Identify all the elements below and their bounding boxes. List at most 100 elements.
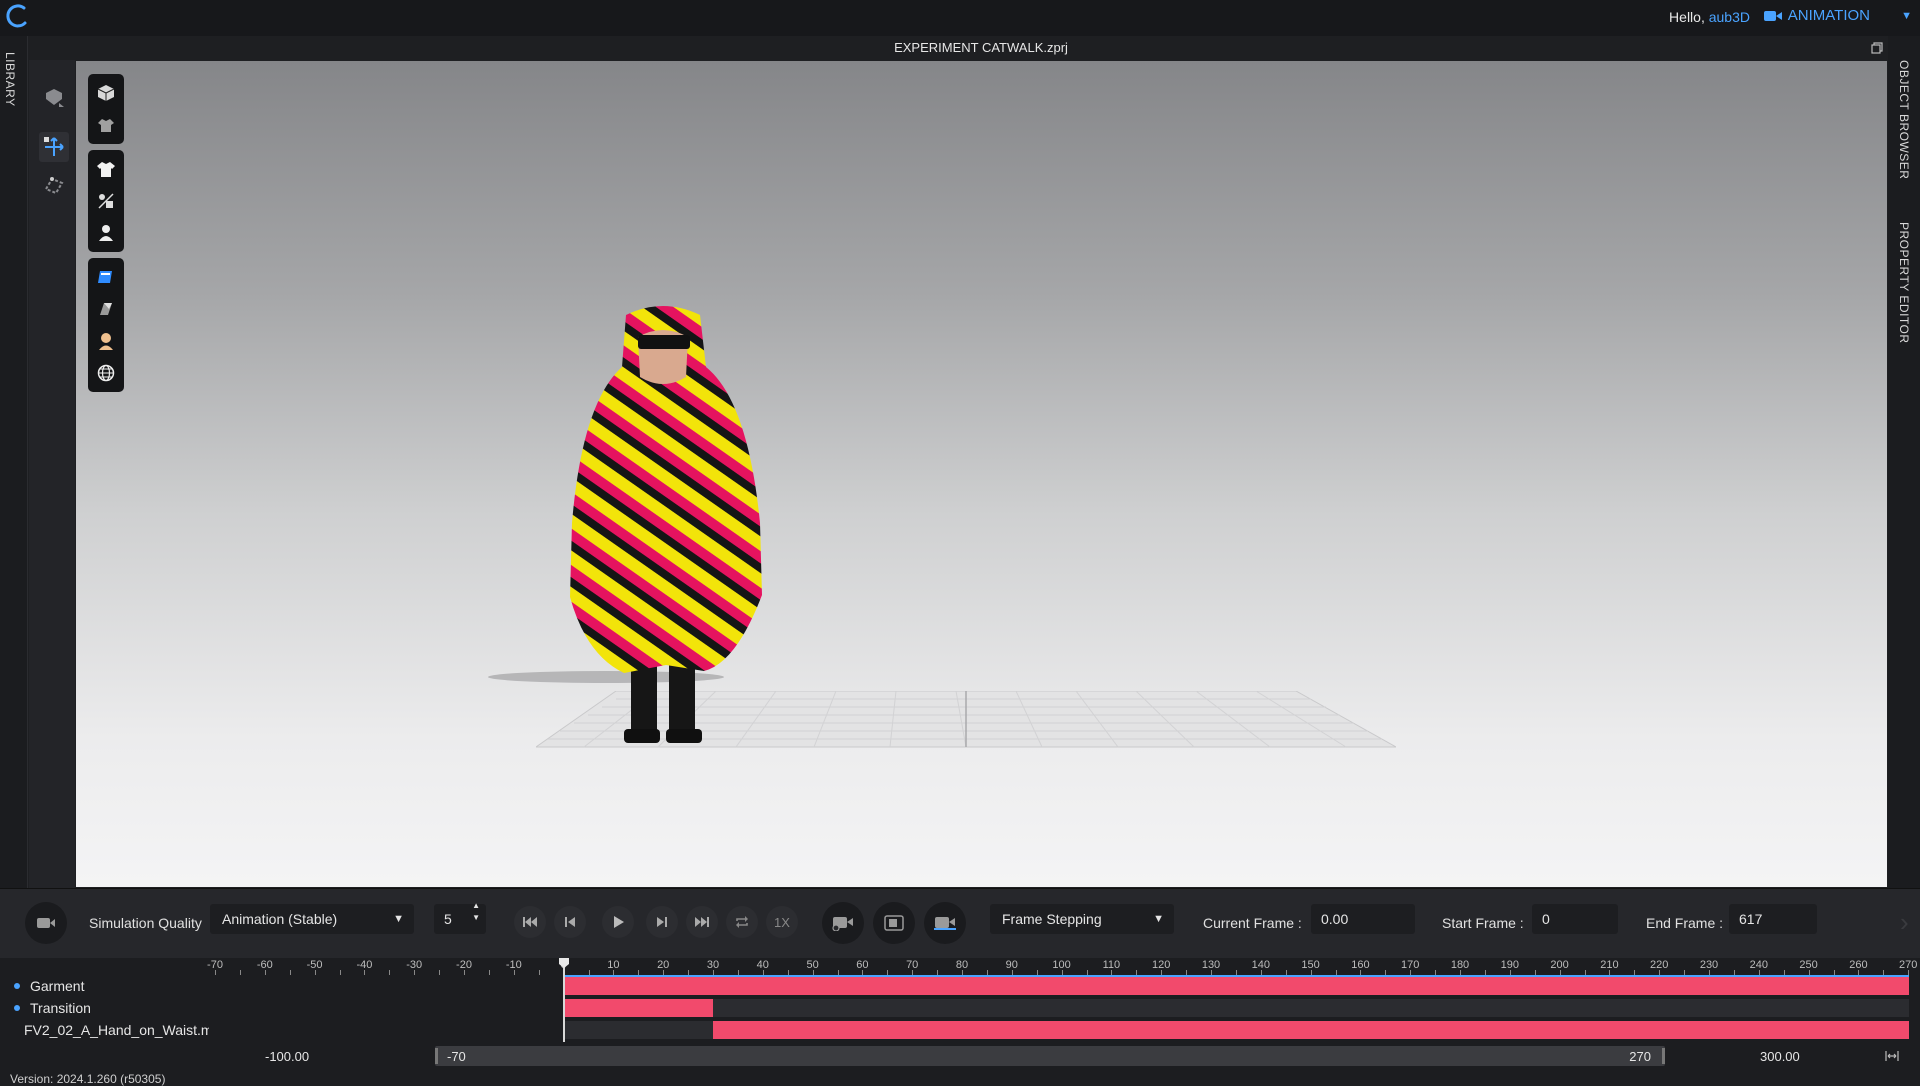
ruler-tick (339, 970, 341, 975)
play-button[interactable] (602, 906, 634, 938)
username[interactable]: aub3D (1709, 9, 1750, 25)
video-camera-icon (1763, 10, 1782, 21)
range-end: 270 (1629, 1049, 1651, 1064)
left-dock-strip (0, 36, 28, 888)
garment-view-icon[interactable] (88, 109, 124, 141)
avatar-figure[interactable] (566, 305, 766, 747)
start-frame-input[interactable]: 0 (1532, 904, 1618, 934)
loop-button[interactable] (726, 906, 758, 938)
transition-track-bar[interactable] (563, 999, 713, 1017)
range-min: -100.00 (265, 1049, 310, 1064)
ruler-tick (488, 970, 490, 975)
steps-value: 5 (444, 911, 452, 927)
range-start: -70 (447, 1049, 466, 1064)
current-frame-input[interactable]: 0.00 (1311, 904, 1415, 934)
track-name: Transition (30, 1000, 91, 1016)
motion-track-gap (563, 1021, 713, 1039)
transition-track-empty (713, 999, 1909, 1017)
shirt-icon[interactable] (88, 153, 124, 185)
chevron-down-icon: ▼ (1153, 913, 1164, 925)
ruler-tick (289, 970, 291, 975)
chevron-down-icon[interactable]: ▼ (1901, 10, 1912, 22)
greeting-text: Hello, (1669, 9, 1705, 25)
track-dot (14, 1005, 20, 1011)
playhead[interactable] (563, 958, 565, 1042)
range-left-handle[interactable] (435, 1048, 438, 1064)
track-name: FV2_02_A_Hand_on_Waist.m (24, 1022, 209, 1038)
ruler-tick (389, 970, 391, 975)
viewport-toolbar (88, 74, 124, 398)
camera-frame-button[interactable] (873, 902, 915, 944)
fit-range-icon[interactable] (1885, 1050, 1899, 1062)
camera-view-button[interactable] (924, 902, 966, 944)
timeline-panel: -70-60-50-40-30-20-100102030405060708090… (0, 958, 1920, 1080)
sim-quality-label: Simulation Quality (89, 915, 202, 931)
garment-track-bar[interactable] (563, 977, 1909, 995)
record-camera-icon[interactable] (25, 902, 67, 944)
animation-control-bar: Simulation Quality Animation (Stable) ▼ … (0, 888, 1920, 958)
camera-add-icon (832, 917, 853, 931)
ruler-tick (264, 970, 266, 975)
greeting: Hello, aub3D (1669, 9, 1750, 25)
transform-tool-icon[interactable] (39, 170, 69, 200)
expand-panel-icon[interactable]: › (1900, 907, 1909, 938)
left-toolbar (29, 60, 75, 888)
sim-quality-dropdown[interactable]: Animation (Stable) ▼ (210, 904, 414, 934)
track-name: Garment (30, 978, 85, 994)
range-bar: -100.00 -70 270 300.00 (215, 1046, 1910, 1068)
range-slider[interactable]: -70 270 (435, 1046, 1665, 1066)
ruler-tick (414, 970, 416, 975)
camera-frame-icon (884, 915, 904, 931)
track-label-transition[interactable]: Transition (14, 1000, 91, 1016)
playhead-handle-icon[interactable] (559, 958, 569, 968)
loop-icon (736, 916, 748, 928)
current-frame-label: Current Frame : (1203, 915, 1302, 931)
skin-avatar-icon[interactable] (88, 325, 124, 357)
3d-viewport[interactable] (76, 61, 1887, 887)
project-title: EXPERIMENT CATWALK.zprj (894, 40, 1068, 55)
top-bar: Hello, aub3D ANIMATION ▼ (0, 0, 1920, 36)
chevron-down-icon: ▼ (393, 913, 404, 925)
texture-icon[interactable] (88, 261, 124, 293)
track-label-motion[interactable]: FV2_02_A_Hand_on_Waist.m (14, 1022, 209, 1038)
ruler-tick (513, 970, 515, 975)
track-dot (14, 983, 20, 989)
ruler-tick (239, 970, 241, 975)
tab-object-browser[interactable]: OBJECT BROWSER (1897, 60, 1911, 179)
sewing-tools-icon[interactable] (88, 185, 124, 217)
ruler-tick (464, 970, 465, 975)
play-icon (614, 916, 624, 928)
go-to-end-button[interactable] (686, 906, 718, 938)
frame-mode-dropdown[interactable]: Frame Stepping ▼ (990, 904, 1174, 934)
motion-track-bar[interactable] (713, 1021, 1909, 1039)
right-dock-strip: OBJECT BROWSER PROPERTY EDITOR (1888, 36, 1920, 888)
skip-start-icon (523, 917, 537, 927)
steps-stepper[interactable]: 5 ▲ ▼ (434, 901, 486, 934)
track-label-garment[interactable]: Garment (14, 978, 84, 994)
next-frame-button[interactable] (646, 906, 678, 938)
ruler-tick (215, 970, 216, 975)
shading-icon[interactable] (88, 293, 124, 325)
globe-icon[interactable] (88, 357, 124, 389)
tab-property-editor[interactable]: PROPERTY EDITOR (1897, 222, 1911, 344)
step-back-icon (565, 917, 575, 927)
cube-display-icon[interactable] (88, 77, 124, 109)
previous-frame-button[interactable] (554, 906, 586, 938)
camera-keyframe-button[interactable] (822, 902, 864, 944)
stepper-arrows-icon[interactable]: ▲ ▼ (472, 900, 480, 924)
simulation-tool-icon[interactable] (39, 82, 69, 112)
go-to-start-button[interactable] (514, 906, 546, 938)
range-right-handle[interactable] (1662, 1048, 1665, 1064)
mode-label: ANIMATION (1787, 7, 1870, 24)
time-ruler[interactable]: -70-60-50-40-30-20-100102030405060708090… (207, 958, 1917, 975)
avatar-icon[interactable] (88, 217, 124, 249)
restore-window-icon[interactable] (1870, 41, 1884, 55)
ruler-tick (439, 970, 441, 975)
speed-button[interactable]: 1X (766, 906, 798, 938)
move-tool-icon[interactable] (39, 132, 69, 162)
tab-library[interactable]: LIBRARY (3, 52, 17, 107)
mode-selector[interactable]: ANIMATION (1763, 7, 1870, 24)
app-logo-icon[interactable] (4, 3, 30, 29)
sim-quality-value: Animation (Stable) (222, 911, 338, 927)
end-frame-input[interactable]: 617 (1729, 904, 1817, 934)
